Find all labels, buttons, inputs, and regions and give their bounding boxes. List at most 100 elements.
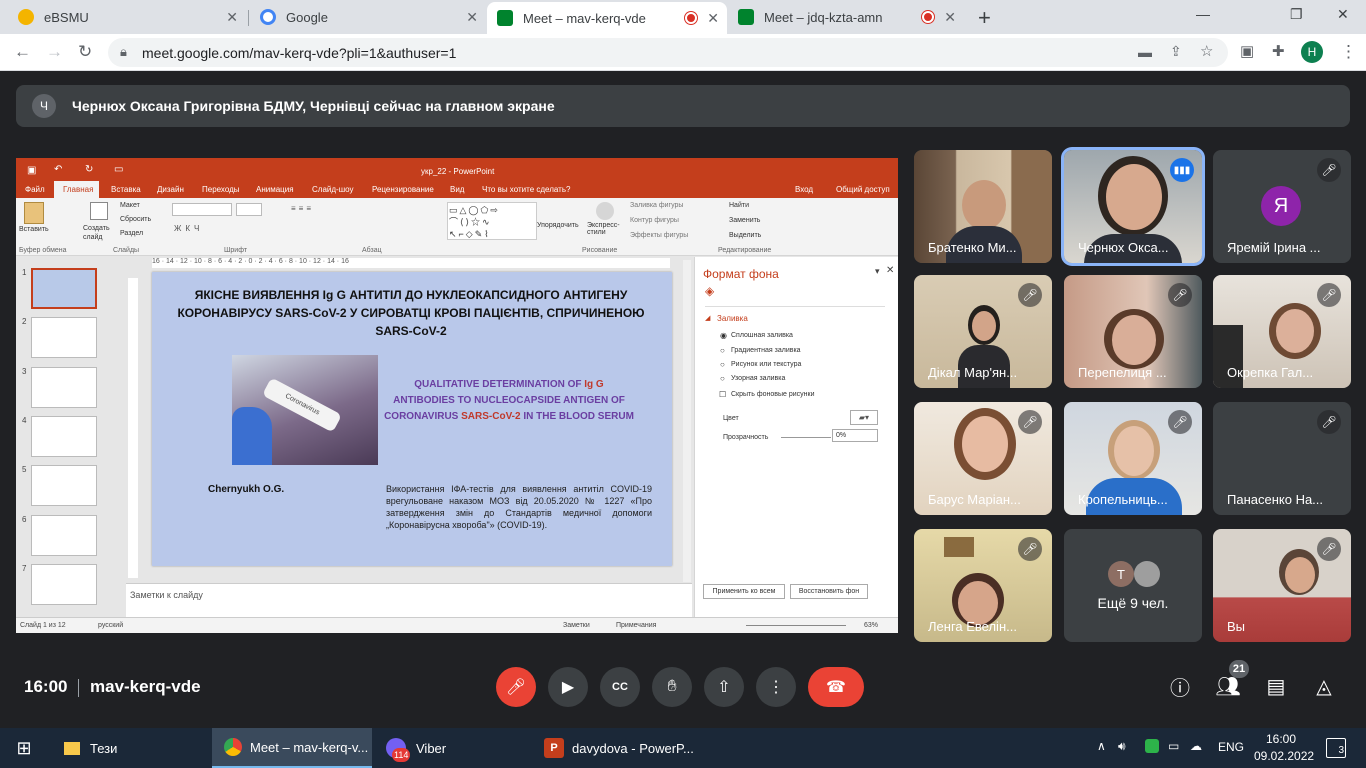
raise-hand-button[interactable]: ✋︎ bbox=[652, 667, 692, 707]
taskbar-item-powerpoint[interactable]: P davydova - PowerP... bbox=[538, 728, 698, 768]
pane-close-icon[interactable]: ✕ bbox=[886, 265, 894, 276]
reset-background-button[interactable]: Восстановить фон bbox=[790, 584, 868, 599]
participant-tile[interactable]: 🎤︎ Дікал Мар'ян... bbox=[914, 275, 1052, 388]
shape-outline-button[interactable]: Контур фигуры bbox=[630, 217, 679, 224]
redo-icon[interactable]: ↻ bbox=[85, 164, 93, 175]
captions-button[interactable]: CC bbox=[600, 667, 640, 707]
paste-icon[interactable] bbox=[24, 202, 44, 224]
apply-to-all-button[interactable]: Применить ко всем bbox=[703, 584, 785, 599]
font-size-box[interactable] bbox=[236, 203, 262, 216]
taskbar-time[interactable]: 16:00 bbox=[1266, 732, 1296, 746]
media-icon[interactable]: ▣ bbox=[1240, 42, 1254, 62]
share-button[interactable]: Общий доступ bbox=[836, 185, 890, 194]
volume-icon[interactable]: 🔊︎ bbox=[1118, 739, 1126, 754]
save-icon[interactable]: ▣ bbox=[27, 165, 36, 176]
bookmark-star-icon[interactable]: ☆ bbox=[1200, 42, 1213, 60]
layout-button[interactable]: Макет bbox=[120, 202, 140, 209]
menu-icon[interactable]: ⋮ bbox=[1340, 42, 1357, 62]
share-icon[interactable]: ⇪ bbox=[1170, 43, 1182, 60]
shape-effects-button[interactable]: Эффекты фигуры bbox=[630, 232, 688, 239]
arrange-button[interactable]: Упорядочить bbox=[537, 222, 579, 229]
zoom-level[interactable]: 63% bbox=[864, 622, 878, 629]
paragraph-icons[interactable]: ≡≡≡ bbox=[291, 204, 314, 213]
back-arrow-icon[interactable]: ← bbox=[14, 42, 31, 62]
browser-tab-meet-active[interactable]: Meet – mav-kerq-vde ✕ bbox=[487, 2, 727, 34]
camera-toggle-button[interactable]: ▶ bbox=[548, 667, 588, 707]
close-tab-icon[interactable]: ✕ bbox=[944, 9, 956, 26]
browser-tab-google[interactable]: Google ✕ bbox=[250, 0, 486, 34]
meeting-details-button[interactable]: ⓘ bbox=[1167, 673, 1193, 700]
font-format-icons[interactable]: ЖКЧ bbox=[174, 224, 203, 233]
quick-styles-button[interactable]: Экспресс-стили bbox=[587, 222, 625, 236]
reset-button[interactable]: Сбросить bbox=[120, 216, 151, 223]
more-participants-tile[interactable]: T Ещё 9 чел. bbox=[1064, 529, 1202, 642]
slide-thumb-1[interactable] bbox=[31, 268, 97, 309]
ribbon-tab-design[interactable]: Дизайн bbox=[157, 185, 184, 194]
new-slide-icon[interactable] bbox=[90, 202, 108, 220]
tell-me-search[interactable]: Что вы хотите сделать? bbox=[482, 185, 570, 194]
status-comments[interactable]: Примечания bbox=[616, 622, 656, 629]
slide-thumb-5[interactable] bbox=[31, 465, 97, 506]
browser-tab-ebsmu[interactable]: eBSMU ✕ bbox=[8, 0, 246, 34]
shape-fill-button[interactable]: Заливка фигуры bbox=[630, 202, 683, 209]
taskbar-item-chrome[interactable]: Meet – mav-kerq-v... bbox=[212, 728, 372, 768]
tray-chevron-icon[interactable]: ∧ bbox=[1097, 739, 1106, 753]
fill-bucket-icon[interactable]: ◈ bbox=[705, 284, 714, 298]
extensions-icon[interactable]: ✚ bbox=[1272, 42, 1285, 62]
radio-gradient-fill[interactable]: ○ bbox=[720, 346, 725, 355]
select-button[interactable]: Выделить bbox=[729, 232, 761, 239]
slide-thumb-6[interactable] bbox=[31, 515, 97, 556]
slide-thumb-4[interactable] bbox=[31, 416, 97, 457]
activities-button[interactable]: ◬ bbox=[1311, 673, 1337, 699]
participant-tile[interactable]: 🎤︎ Перепелиця ... bbox=[1064, 275, 1202, 388]
hide-bg-checkbox[interactable]: ☐ bbox=[719, 390, 726, 399]
pane-options-icon[interactable]: ▾ bbox=[875, 266, 880, 277]
network-icon[interactable]: ▭ bbox=[1168, 739, 1179, 753]
mic-toggle-button[interactable]: 🎤︎ bbox=[496, 667, 536, 707]
participant-tile[interactable]: 🎤︎ Кропельниць... bbox=[1064, 402, 1202, 515]
taskbar-item-folder[interactable]: Тези bbox=[56, 728, 206, 768]
more-options-button[interactable]: ⋮ bbox=[756, 667, 796, 707]
participant-tile[interactable]: Братенко Ми... bbox=[914, 150, 1052, 263]
zoom-slider[interactable] bbox=[746, 625, 846, 626]
transparency-input[interactable]: 0% bbox=[832, 429, 878, 442]
taskbar-date[interactable]: 09.02.2022 bbox=[1254, 749, 1314, 763]
notes-area[interactable]: Заметки к слайду bbox=[126, 583, 692, 617]
new-slide-label[interactable]: Создать слайд bbox=[83, 224, 115, 242]
ribbon-tab-slideshow[interactable]: Слайд-шоу bbox=[312, 185, 353, 194]
paste-label[interactable]: Вставить bbox=[19, 226, 49, 233]
leave-call-button[interactable]: ☎︎ bbox=[808, 667, 864, 707]
language-indicator[interactable]: ENG bbox=[1218, 740, 1244, 754]
close-tab-icon[interactable]: ✕ bbox=[226, 9, 238, 26]
new-tab-button[interactable]: + bbox=[978, 5, 991, 31]
reload-icon[interactable]: ↻ bbox=[78, 42, 92, 62]
close-window-button[interactable]: ✕ bbox=[1337, 6, 1349, 23]
radio-solid-fill[interactable]: ◉ bbox=[720, 331, 727, 340]
radio-pattern-fill[interactable]: ○ bbox=[720, 374, 725, 383]
participant-tile[interactable]: 🎤︎ Ленга Евелін... bbox=[914, 529, 1052, 642]
status-notes[interactable]: Заметки bbox=[563, 622, 590, 629]
start-button[interactable]: ⊞ bbox=[0, 728, 48, 768]
participant-tile-speaking[interactable]: ▮▮▮ Чернюх Окса... bbox=[1064, 150, 1202, 263]
slide-thumb-2[interactable] bbox=[31, 317, 97, 358]
ribbon-tab-file[interactable]: Файл bbox=[25, 185, 45, 194]
ribbon-tab-insert[interactable]: Вставка bbox=[111, 185, 141, 194]
transparency-slider[interactable] bbox=[781, 437, 831, 438]
maximize-button[interactable]: ❐ bbox=[1290, 6, 1303, 23]
address-bar[interactable]: 🔒︎ meet.google.com/mav-kerq-vde?pli=1&au… bbox=[108, 38, 1228, 67]
minimize-button[interactable]: — bbox=[1196, 6, 1210, 22]
tray-app-icon[interactable] bbox=[1145, 739, 1159, 753]
present-button[interactable]: ⇧ bbox=[704, 667, 744, 707]
profile-avatar[interactable]: H bbox=[1301, 41, 1323, 63]
slide-thumb-7[interactable] bbox=[31, 564, 97, 605]
forward-arrow-icon[interactable]: → bbox=[46, 42, 63, 62]
slide-thumb-3[interactable] bbox=[31, 367, 97, 408]
undo-icon[interactable]: ↶ bbox=[54, 164, 62, 175]
sign-in-link[interactable]: Вход bbox=[795, 185, 813, 194]
color-picker-button[interactable]: ▰▾ bbox=[850, 410, 878, 425]
close-tab-icon[interactable]: ✕ bbox=[466, 9, 478, 26]
close-tab-icon[interactable]: ✕ bbox=[707, 10, 719, 27]
notification-center-button[interactable]: 3 bbox=[1326, 738, 1346, 758]
camera-indicator-icon[interactable]: ▬ bbox=[1138, 44, 1152, 60]
browser-tab-meet-2[interactable]: Meet – jdq-kzta-amn ✕ bbox=[728, 0, 964, 34]
